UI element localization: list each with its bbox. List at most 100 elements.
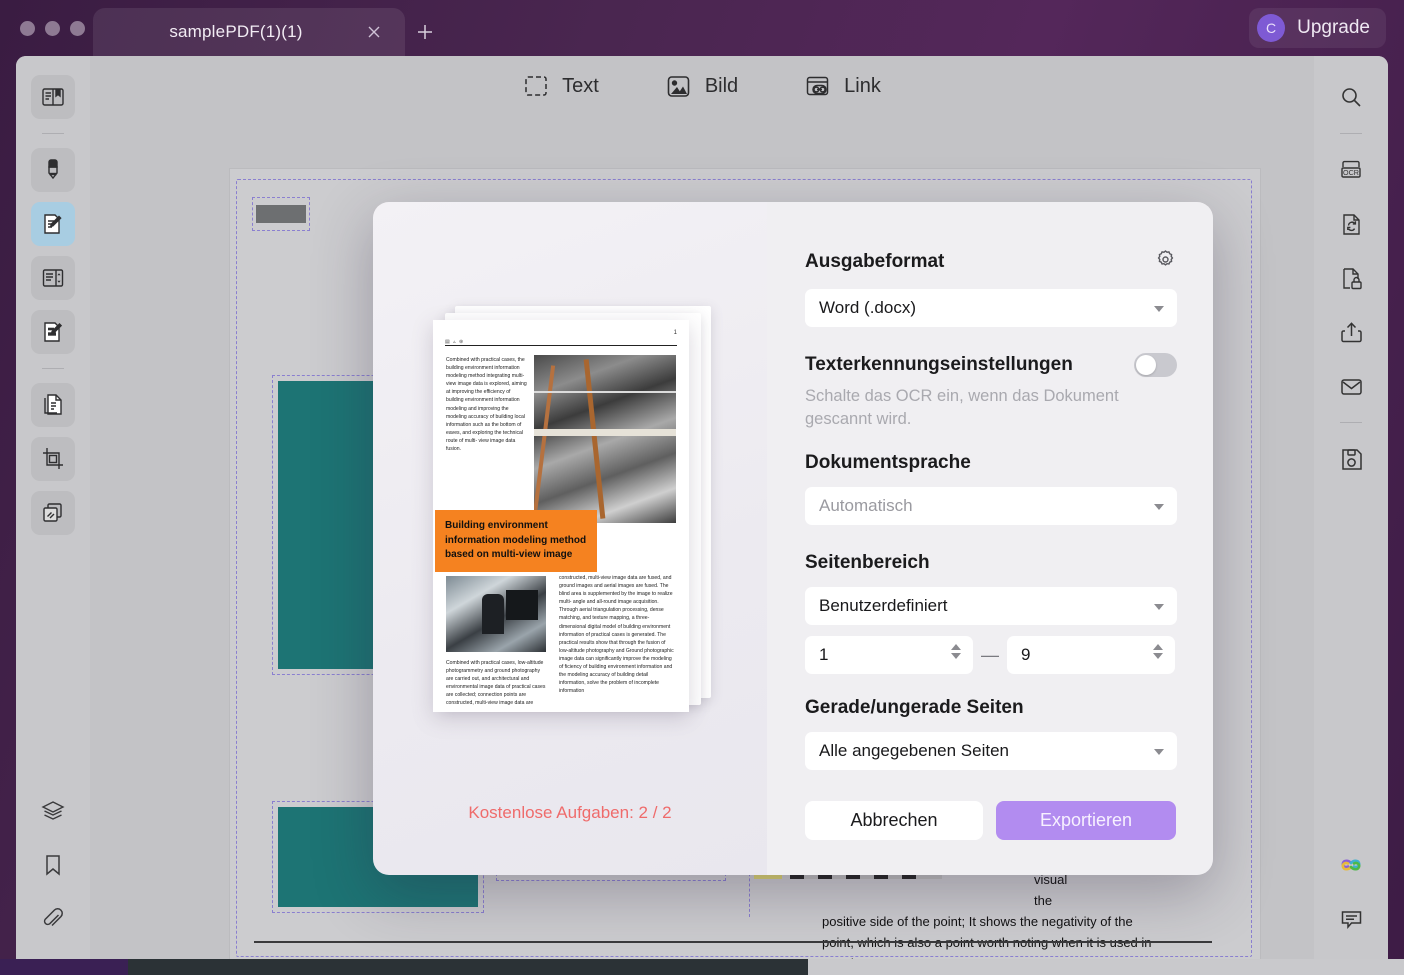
export-dialog: ▤ ▵ ⊛ 1 Combined with practical cases, t… (373, 202, 1213, 875)
tool-link[interactable]: Link (804, 73, 881, 100)
ocr-icon[interactable]: OCR (1329, 148, 1373, 192)
export-button[interactable]: Exportieren (996, 801, 1176, 840)
background-text-snippet: the (1034, 890, 1052, 911)
output-format-header: Ausgabeformat (805, 248, 1177, 276)
close-window-button[interactable] (20, 21, 35, 36)
page-image-block (256, 205, 306, 223)
minimize-window-button[interactable] (45, 21, 60, 36)
tool-image[interactable]: Bild (665, 73, 738, 100)
envelope-icon[interactable] (1329, 364, 1373, 408)
document-sync-icon[interactable] (1329, 202, 1373, 246)
page-rule (254, 941, 1212, 943)
background-paragraph: positive side of the point; It shows the… (822, 911, 1164, 959)
bottom-status-strip (0, 959, 1404, 975)
ocr-label: Texterkennungseinstellungen (805, 354, 1073, 376)
window-controls[interactable] (20, 21, 85, 36)
sidebar-item-bookmarks[interactable] (31, 843, 75, 887)
strip-segment (808, 959, 1404, 975)
page-range-to-value: 9 (1021, 645, 1030, 665)
range-separator: — (973, 645, 1007, 666)
sidebar-item-organize-pages[interactable] (31, 256, 75, 300)
rail-divider (42, 133, 64, 134)
preview-photo-top (534, 355, 676, 523)
strip-segment (0, 959, 128, 975)
ocr-header: Texterkennungseinstellungen (805, 353, 1177, 377)
doc-language-select[interactable]: Automatisch (805, 487, 1177, 525)
document-lock-icon[interactable] (1329, 256, 1373, 300)
tool-text-label: Text (562, 75, 599, 98)
sidebar-item-reader-mode[interactable] (31, 75, 75, 119)
page-range-inputs: 1 — 9 (805, 636, 1177, 674)
gear-icon[interactable] (1154, 248, 1177, 276)
parity-select[interactable]: Alle angegebenen Seiten (805, 732, 1177, 770)
tool-image-label: Bild (705, 75, 738, 98)
dialog-actions: Abbrechen Exportieren (805, 801, 1177, 840)
tab-strip: samplePDF(1)(1) (93, 0, 445, 56)
preview-left-column: Combined with practical cases, the build… (446, 356, 528, 453)
main-body: OCR (16, 56, 1388, 959)
output-format-select[interactable]: Word (.docx) (805, 289, 1177, 327)
preview-page-header: ▤ ▵ ⊛ 1 (445, 330, 677, 346)
sidebar-item-fill-and-sign[interactable] (31, 310, 75, 354)
maximize-window-button[interactable] (70, 21, 85, 36)
close-icon[interactable] (361, 19, 387, 45)
preview-bottom-right: constructed, multi-view image data are f… (559, 574, 676, 695)
rail-divider (1340, 422, 1362, 423)
left-toolbar (16, 56, 90, 959)
rail-divider (1340, 133, 1362, 134)
doc-language-label: Dokumentsprache (805, 452, 1177, 474)
page-range-label: Seitenbereich (805, 552, 1177, 574)
svg-text:OCR: OCR (1343, 168, 1359, 177)
ocr-hint: Schalte das OCR ein, wenn das Dokument g… (805, 385, 1177, 431)
upgrade-label: Upgrade (1297, 17, 1370, 39)
output-format-value: Word (.docx) (819, 298, 916, 318)
floppy-disk-icon[interactable] (1329, 437, 1373, 481)
sidebar-item-layers[interactable] (31, 789, 75, 833)
sidebar-item-background[interactable] (31, 491, 75, 535)
page-range-from-input[interactable]: 1 (805, 636, 973, 674)
ocr-toggle[interactable] (1134, 353, 1177, 377)
flower-ai-icon[interactable] (1329, 843, 1373, 887)
preview-photo-bottom (446, 576, 546, 652)
plus-icon[interactable] (405, 8, 445, 56)
preview-page: ▤ ▵ ⊛ 1 Combined with practical cases, t… (433, 320, 689, 712)
tab-title: samplePDF(1)(1) (111, 22, 361, 42)
dialog-settings-pane: Ausgabeformat Word (.docx) T (767, 202, 1213, 875)
application-window: samplePDF(1)(1) C Upgrade (0, 0, 1404, 975)
tab-samplepdf[interactable]: samplePDF(1)(1) (93, 8, 405, 56)
cancel-button[interactable]: Abbrechen (805, 801, 983, 840)
toggle-knob (1136, 355, 1156, 375)
comment-icon[interactable] (1329, 897, 1373, 941)
stepper-icon[interactable] (951, 644, 961, 659)
search-icon[interactable] (1329, 75, 1373, 119)
sidebar-item-crop-page[interactable] (31, 437, 75, 481)
doc-language-value: Automatisch (819, 496, 913, 516)
stepper-icon[interactable] (1153, 644, 1163, 659)
share-icon[interactable] (1329, 310, 1373, 354)
sidebar-item-edit-text[interactable] (31, 202, 75, 246)
parity-label: Gerade/ungerade Seiten (805, 697, 1177, 719)
document-canvas: Text Bild (90, 56, 1314, 959)
strip-segment (128, 959, 808, 975)
title-bar: samplePDF(1)(1) C Upgrade (0, 0, 1404, 56)
tool-link-label: Link (844, 75, 881, 98)
free-tasks-label: Kostenlose Aufgaben: 2 / 2 (373, 803, 767, 823)
page-range-mode-value: Benutzerdefiniert (819, 596, 948, 616)
sidebar-item-ocr-document[interactable] (31, 383, 75, 427)
chevron-down-icon (1154, 504, 1164, 510)
output-format-label: Ausgabeformat (805, 251, 944, 273)
preview-header-glyphs: ▤ ▵ ⊛ (445, 339, 464, 345)
preview-banner-title: Building environment information modelin… (435, 510, 597, 572)
chevron-down-icon (1154, 749, 1164, 755)
chevron-down-icon (1154, 604, 1164, 610)
upgrade-button[interactable]: C Upgrade (1249, 8, 1386, 48)
sidebar-item-highlighter[interactable] (31, 148, 75, 192)
preview-page-number: 1 (674, 330, 677, 336)
rail-divider (42, 368, 64, 369)
tool-text[interactable]: Text (523, 73, 599, 99)
page-range-to-input[interactable]: 9 (1007, 636, 1175, 674)
preview-bottom-left: Combined with practical cases, low-altit… (446, 659, 548, 708)
sidebar-item-attachments[interactable] (31, 897, 75, 941)
page-range-mode-select[interactable]: Benutzerdefiniert (805, 587, 1177, 625)
dialog-preview-pane: ▤ ▵ ⊛ 1 Combined with practical cases, t… (373, 202, 767, 875)
